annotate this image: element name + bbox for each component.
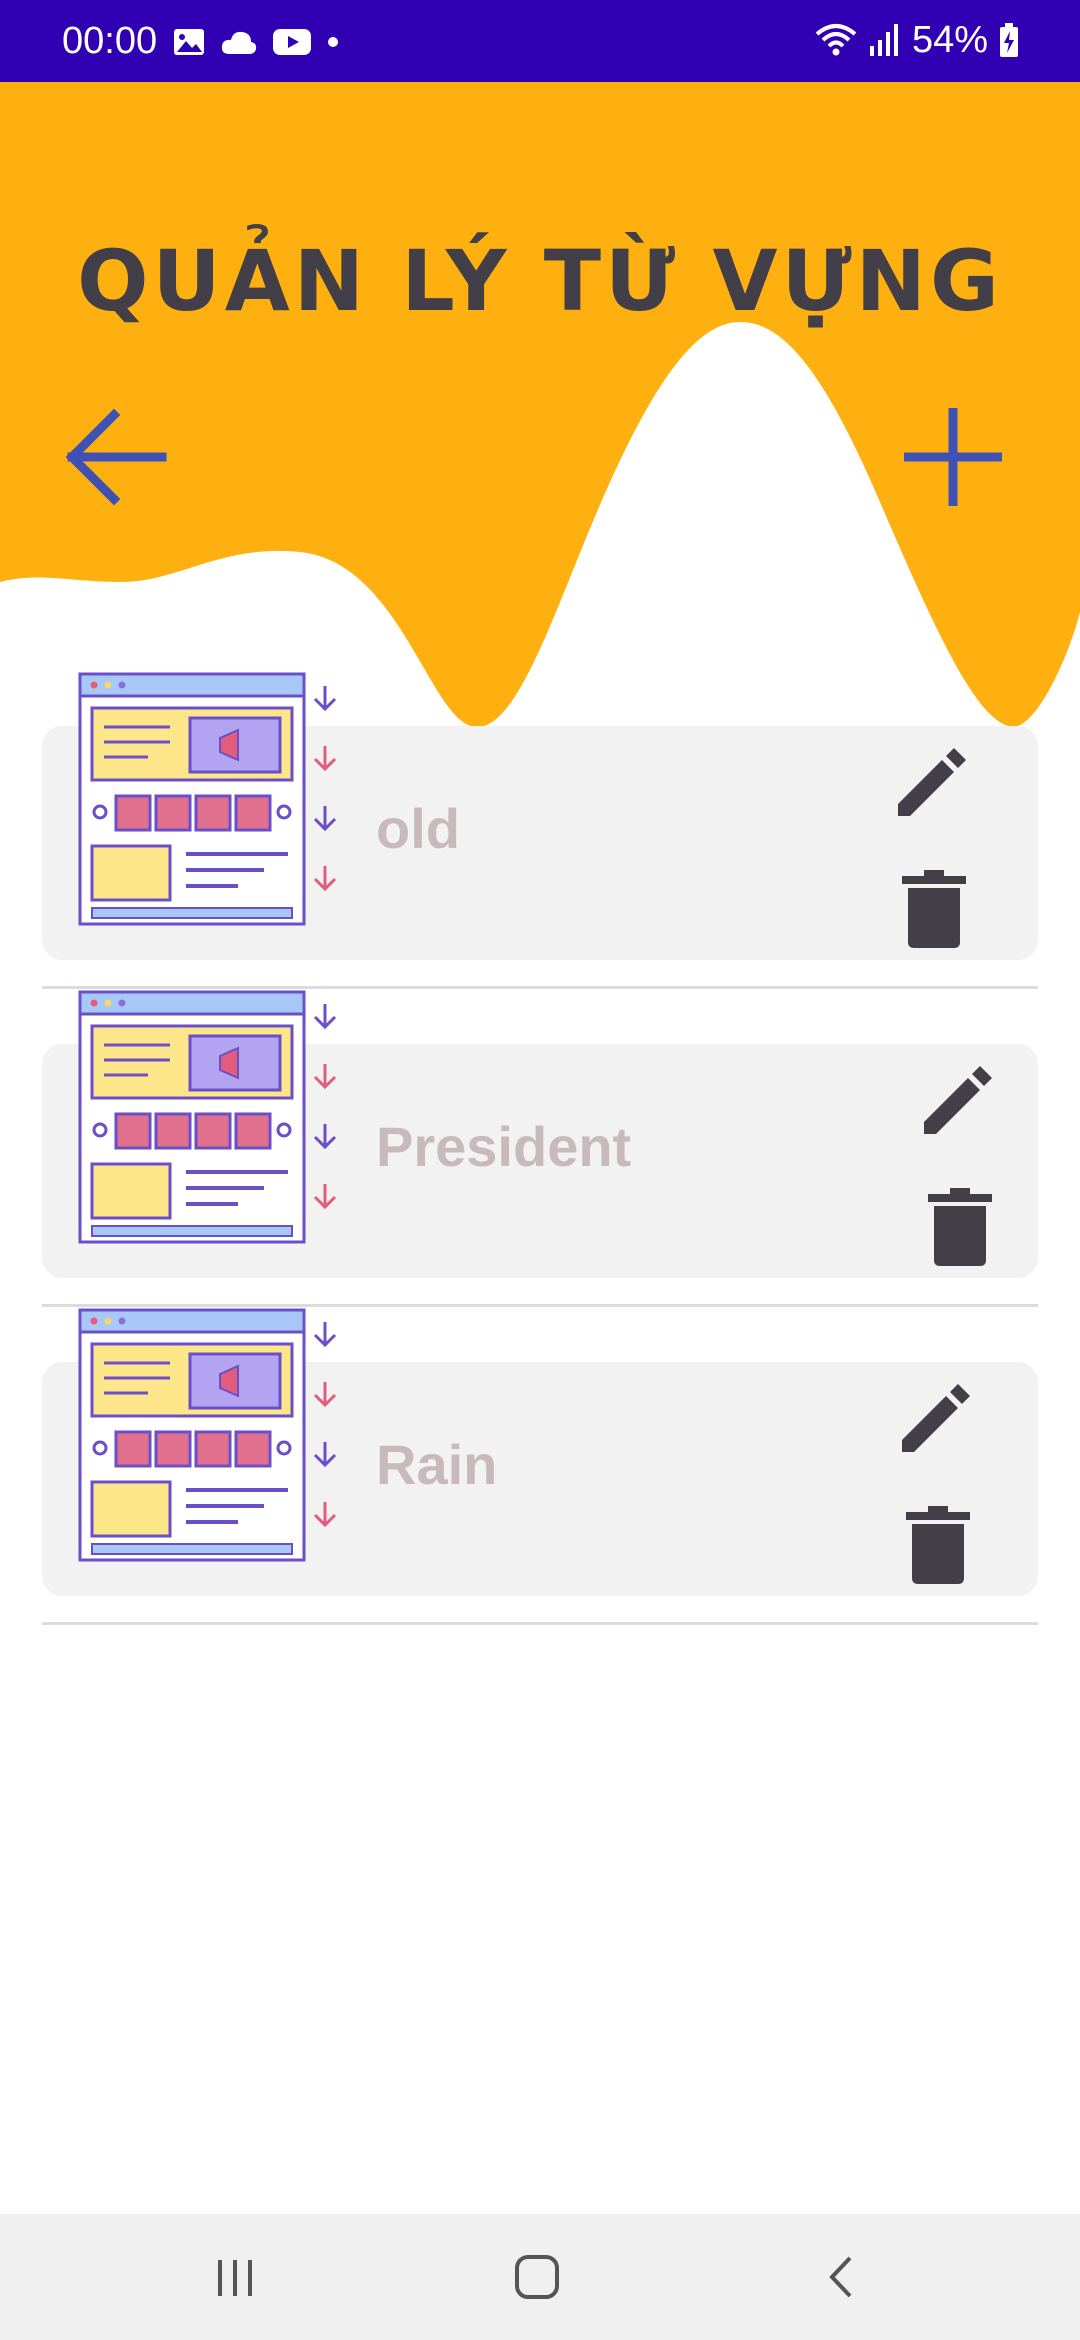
- trash-icon: [906, 1506, 970, 1584]
- battery-charging-icon: [1000, 23, 1018, 57]
- navigation-bar: [0, 2214, 1080, 2340]
- status-time: 00:00: [62, 20, 158, 62]
- page-title: QUẢN LÝ TỪ VỰNG: [77, 232, 1003, 330]
- dot-icon: [328, 37, 338, 47]
- pencil-icon: [898, 748, 966, 816]
- home-icon: [515, 2255, 559, 2299]
- gallery-icon: [174, 29, 204, 55]
- pencil-icon: [924, 1066, 992, 1134]
- divider: [42, 1622, 1038, 1625]
- recent-apps-icon: [218, 2260, 252, 2296]
- youtube-icon: [273, 29, 311, 55]
- list-item[interactable]: President: [0, 990, 1080, 1308]
- header: QUẢN LÝ TỪ VỰNG: [0, 82, 1080, 732]
- vocabulary-word: old: [376, 797, 460, 860]
- back-icon: [829, 2256, 852, 2298]
- divider: [42, 1304, 1038, 1307]
- edit-button[interactable]: [918, 1056, 1002, 1140]
- delete-button[interactable]: [918, 1186, 1002, 1270]
- arrow-left-icon: [65, 408, 167, 506]
- cloud-icon: [221, 31, 257, 54]
- vocabulary-word: President: [376, 1115, 632, 1178]
- wifi-icon: [815, 24, 857, 56]
- status-bar: 00:00 54%: [0, 0, 1080, 82]
- edit-button[interactable]: [892, 738, 976, 822]
- add-word-button[interactable]: [898, 402, 1008, 512]
- plus-icon: [904, 408, 1002, 506]
- delete-button[interactable]: [896, 1504, 980, 1588]
- battery-percentage: 54%: [911, 18, 988, 61]
- delete-button[interactable]: [892, 868, 976, 952]
- home-button[interactable]: [502, 2244, 572, 2310]
- pencil-icon: [902, 1384, 970, 1452]
- web-layout-illustration: [78, 672, 337, 926]
- status-icons-right: 54%: [814, 18, 1020, 62]
- web-layout-illustration: [78, 1308, 337, 1562]
- trash-icon: [928, 1188, 992, 1266]
- back-button[interactable]: [62, 402, 172, 512]
- edit-button[interactable]: [896, 1374, 980, 1458]
- vocabulary-word: Rain: [376, 1433, 498, 1496]
- web-layout-illustration: [78, 990, 337, 1244]
- divider: [42, 986, 1038, 989]
- status-icons-left: [172, 22, 340, 62]
- system-back-button[interactable]: [806, 2244, 876, 2310]
- vocabulary-list: old President Rain: [0, 672, 1080, 1626]
- signal-icon: [869, 24, 898, 56]
- list-item[interactable]: Rain: [0, 1308, 1080, 1626]
- recent-apps-button[interactable]: [200, 2244, 270, 2310]
- list-item[interactable]: old: [0, 672, 1080, 990]
- trash-icon: [902, 870, 966, 948]
